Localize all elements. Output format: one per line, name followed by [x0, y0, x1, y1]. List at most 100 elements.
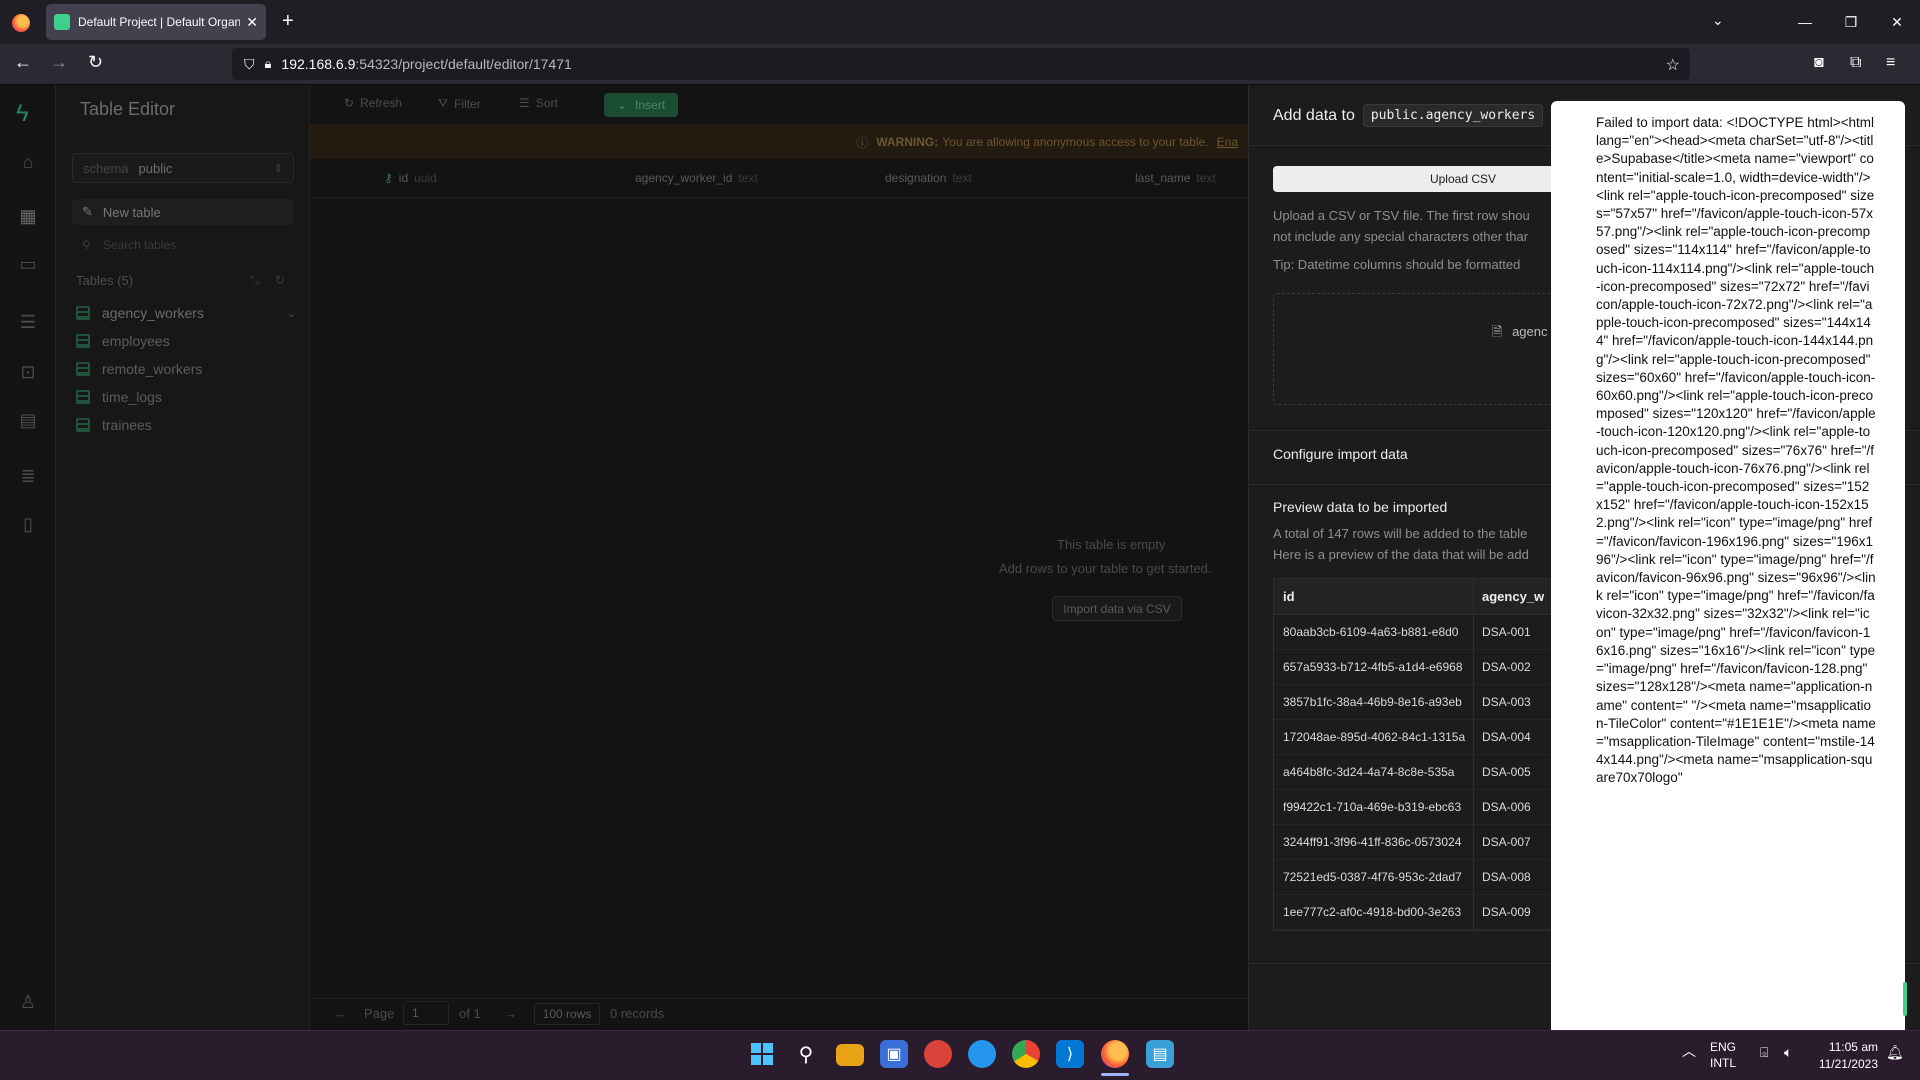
grid-header: [310, 160, 1248, 198]
chrome-icon[interactable]: [1012, 1040, 1040, 1068]
cell-agency-id: DSA-002: [1482, 660, 1531, 674]
column-type: text: [952, 171, 972, 185]
sort-button[interactable]: ☰ Sort: [519, 96, 558, 110]
close-window-icon[interactable]: ✕: [1874, 14, 1920, 31]
cell-agency-id: DSA-008: [1482, 870, 1531, 884]
cell-agency-id: DSA-001: [1482, 625, 1531, 639]
column-name: last_name: [1135, 171, 1191, 185]
table-editor-sidebar: [56, 85, 310, 1030]
column-header-last-name[interactable]: last_name text: [1135, 171, 1216, 185]
home-icon[interactable]: ⌂: [18, 152, 38, 173]
column-header-id[interactable]: ⚷ id uuid: [384, 171, 437, 185]
vscode-icon[interactable]: ⟩: [1056, 1040, 1084, 1068]
url-bar[interactable]: ⛉ 🔒︎ 192.168.6.9 :54323/project/default/…: [232, 48, 1690, 80]
sidebar-item-employees[interactable]: employees: [76, 329, 296, 353]
extensions-icon[interactable]: ⧉: [1850, 54, 1861, 72]
preview-summary-line1: A total of 147 rows will be added to the…: [1273, 526, 1528, 541]
preview-col-agency: agency_w: [1482, 589, 1545, 604]
cell-id: 172048ae-895d-4062-84c1-1315a: [1274, 720, 1474, 754]
warning-icon: ⓘ: [856, 135, 869, 150]
pocket-icon[interactable]: ◙: [1814, 54, 1824, 72]
refresh-button[interactable]: ↻ Refresh: [344, 96, 402, 110]
sql-editor-icon[interactable]: ▭: [18, 254, 38, 275]
error-message: Failed to import data: <!DOCTYPE html><h…: [1596, 115, 1878, 786]
chevron-down-icon: ⌄: [616, 98, 628, 112]
new-table-button[interactable]: ✎ New table: [72, 199, 294, 225]
filter-button[interactable]: ⛛ Filter: [438, 96, 481, 111]
cell-id: 72521ed5-0387-4f76-953c-2dad7: [1274, 860, 1474, 894]
clock[interactable]: 11:05 am 11/21/2023: [1812, 1039, 1878, 1073]
url-host: 192.168.6.9: [281, 56, 356, 72]
table-editor-icon[interactable]: ▦: [18, 206, 38, 227]
file-explorer-icon[interactable]: [836, 1044, 864, 1066]
empty-subtitle: Add rows to your table to get started.: [999, 561, 1212, 576]
store-icon[interactable]: ▣: [880, 1040, 908, 1068]
docker-icon[interactable]: [968, 1040, 996, 1068]
back-arrow-icon[interactable]: ←: [14, 52, 32, 73]
shield-icon[interactable]: ⛉: [244, 56, 255, 73]
search-tables-input[interactable]: ⚲ Search tables: [72, 232, 294, 258]
reload-icon[interactable]: ↻: [88, 52, 103, 73]
import-csv-button[interactable]: Import data via CSV: [1052, 596, 1182, 621]
table-name: time_logs: [102, 389, 162, 405]
browser-tab[interactable]: Default Project | Default Organi ✕: [46, 4, 266, 40]
refresh-label: Refresh: [360, 96, 403, 110]
schema-selector[interactable]: schema public ⇕: [72, 153, 294, 183]
logs-icon[interactable]: ≣: [18, 466, 38, 487]
refresh-tables-icon[interactable]: ↻: [275, 273, 285, 287]
app-icon[interactable]: [924, 1040, 952, 1068]
sidebar-item-remote-workers[interactable]: remote_workers: [76, 357, 296, 381]
page-input[interactable]: 1: [403, 1001, 449, 1025]
auth-icon[interactable]: ⊡: [18, 362, 38, 383]
configure-import-toggle[interactable]: Configure import data: [1273, 446, 1408, 462]
database-icon[interactable]: ☰: [18, 312, 38, 333]
column-header-designation[interactable]: designation text: [885, 171, 972, 185]
volume-icon[interactable]: 🔈︎: [1784, 1044, 1792, 1061]
clock-date: 11/21/2023: [1818, 1057, 1878, 1071]
windows-start-icon[interactable]: [748, 1040, 776, 1068]
lock-icon[interactable]: 🔒︎: [265, 56, 272, 72]
cell-id: 80aab3cb-6109-4a63-b881-e8d0: [1274, 615, 1474, 649]
error-toast[interactable]: Failed to import data: <!DOCTYPE html><h…: [1551, 101, 1905, 1030]
notification-bell-icon[interactable]: 🔔︎: [1886, 1044, 1904, 1061]
cell-id: f99422c1-710a-469e-b319-ebc63: [1274, 790, 1474, 824]
tray-chevron-icon[interactable]: ︿: [1682, 1041, 1696, 1061]
cell-agency-id: DSA-005: [1482, 765, 1531, 779]
language-indicator[interactable]: ENG INTL: [1710, 1039, 1736, 1071]
new-tab-button[interactable]: +: [282, 10, 294, 33]
next-page-icon[interactable]: →: [504, 1006, 517, 1021]
url-path: :54323/project/default/editor/17471: [355, 56, 572, 72]
supabase-logo-icon[interactable]: ϟ: [16, 100, 29, 128]
list-tabs-chevron-icon[interactable]: ⌄: [1712, 12, 1724, 29]
close-tab-icon[interactable]: ✕: [246, 14, 258, 31]
restore-icon[interactable]: ❐: [1828, 14, 1874, 31]
chevron-updown-icon: ⇕: [273, 162, 283, 175]
minimize-icon[interactable]: —: [1782, 14, 1828, 30]
storage-icon[interactable]: ▤: [18, 410, 38, 431]
rows-per-page-select[interactable]: 100 rows: [534, 1003, 600, 1025]
firefox-icon[interactable]: [1101, 1040, 1129, 1068]
column-header-agency-worker-id[interactable]: agency_worker_id text: [635, 171, 758, 185]
prev-page-icon[interactable]: ←: [334, 1006, 347, 1021]
table-name: remote_workers: [102, 361, 203, 377]
upload-description-line1: Upload a CSV or TSV file. The first row …: [1273, 208, 1530, 223]
menu-icon[interactable]: ≡: [1886, 54, 1895, 72]
sidebar-item-time-logs[interactable]: time_logs: [76, 385, 296, 409]
sidebar-item-trainees[interactable]: trainees: [76, 413, 296, 437]
selected-file: 🗎︎ agenc: [1492, 323, 1548, 345]
user-icon[interactable]: ♙: [18, 992, 38, 1013]
notepad-icon[interactable]: ▤: [1146, 1040, 1174, 1068]
bookmark-star-icon[interactable]: ☆: [1666, 55, 1680, 75]
search-icon[interactable]: ⚲: [792, 1040, 820, 1068]
chevron-down-icon[interactable]: ⌄: [287, 307, 296, 320]
collapse-icon[interactable]: ⤡: [250, 273, 260, 287]
enable-rls-link[interactable]: Ena: [1217, 135, 1238, 149]
preview-summary-line2: Here is a preview of the data that will …: [1273, 547, 1529, 562]
key-icon: ⚷: [384, 171, 393, 185]
docs-icon[interactable]: ▯: [18, 514, 38, 535]
insert-button[interactable]: ⌄ Insert: [604, 93, 678, 117]
sidebar-item-agency-workers[interactable]: agency_workers ⌄: [76, 301, 296, 325]
new-table-label: New table: [102, 204, 161, 220]
network-icon[interactable]: ⌺: [1760, 1044, 1768, 1061]
forward-arrow-icon[interactable]: →: [50, 52, 68, 73]
